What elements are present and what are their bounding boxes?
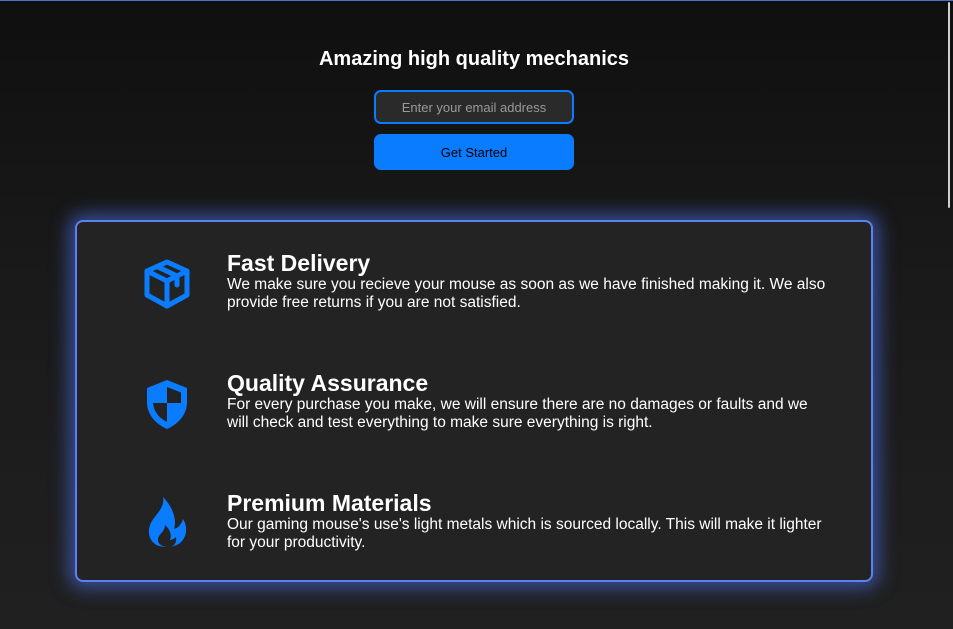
page-top-border — [0, 0, 953, 1]
feature-text: Fast Delivery We make sure you recieve y… — [227, 250, 827, 312]
feature-premium-materials: Premium Materials Our gaming mouse's use… — [77, 490, 873, 580]
feature-fast-delivery: Fast Delivery We make sure you recieve y… — [77, 250, 873, 340]
page-scrollbar[interactable] — [947, 0, 953, 629]
feature-text: Quality Assurance For every purchase you… — [227, 370, 827, 432]
feature-text: Premium Materials Our gaming mouse's use… — [227, 490, 827, 552]
shield-icon — [139, 376, 195, 432]
fire-icon — [139, 494, 195, 550]
email-input[interactable] — [374, 90, 574, 124]
features-card: Fast Delivery We make sure you recieve y… — [75, 220, 873, 582]
feature-title: Premium Materials — [227, 490, 432, 516]
scrollbar-thumb[interactable] — [948, 2, 950, 208]
box-icon — [139, 256, 195, 312]
feature-description: Our gaming mouse's use's light metals wh… — [227, 516, 822, 551]
feature-title: Fast Delivery — [227, 250, 371, 276]
feature-description: For every purchase you make, we will ens… — [227, 396, 808, 431]
feature-title: Quality Assurance — [227, 370, 429, 396]
feature-quality-assurance: Quality Assurance For every purchase you… — [77, 370, 873, 460]
feature-description: We make sure you recieve your mouse as s… — [227, 276, 826, 311]
hero-title: Amazing high quality mechanics — [318, 48, 630, 70]
get-started-button[interactable]: Get Started — [374, 134, 574, 170]
